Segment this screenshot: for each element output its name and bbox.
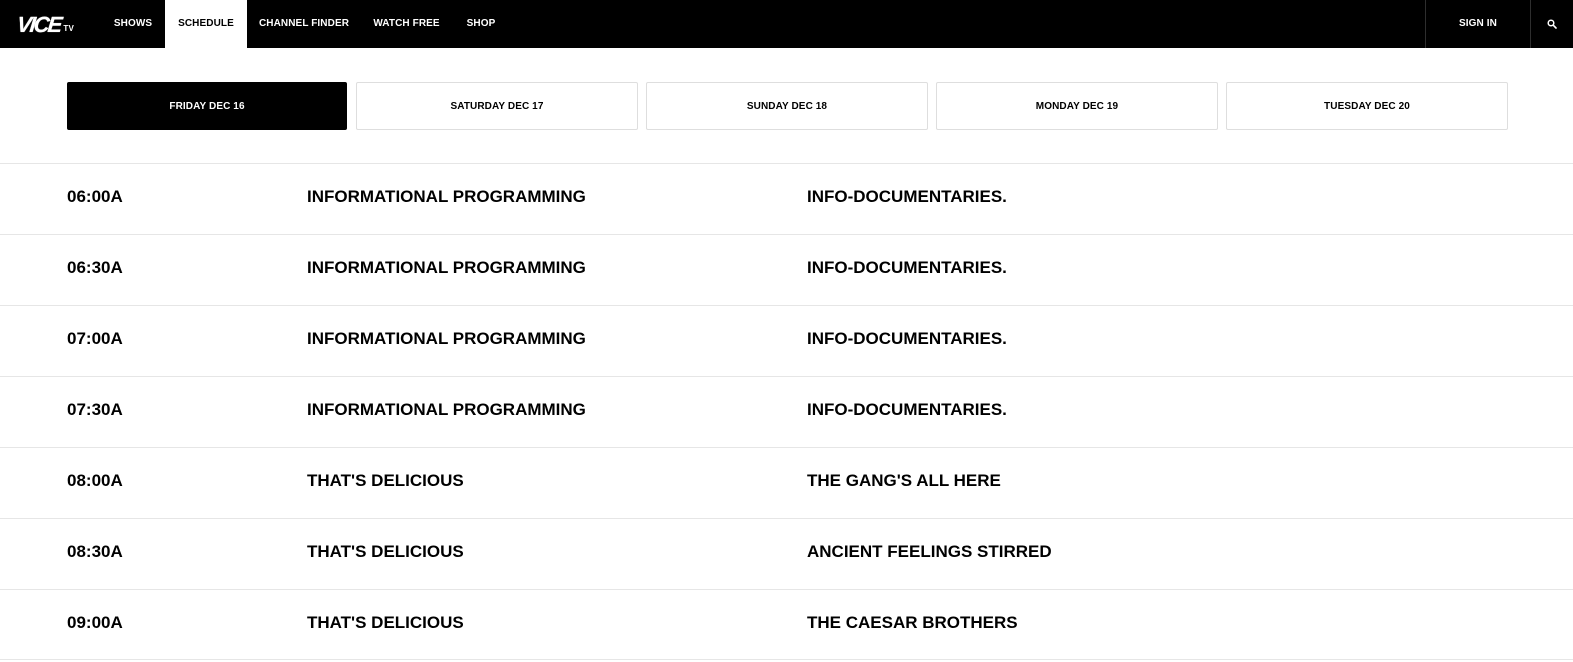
episode-title[interactable]: INFO-DOCUMENTARIES. <box>807 306 1007 376</box>
episode-title[interactable]: THE GANG'S ALL HERE <box>807 448 1001 518</box>
nav-item-shop[interactable]: SHOP <box>455 0 507 48</box>
airing-time: 08:30A <box>67 542 123 561</box>
airing-time: 07:00A <box>67 329 123 348</box>
airing-time: 06:00A <box>67 187 123 206</box>
sign-in-button[interactable]: SIGN IN <box>1426 0 1530 48</box>
schedule-row: 06:30A INFORMATIONAL PROGRAMMING INFO-DO… <box>0 234 1573 305</box>
date-tab-friday-dec-16[interactable]: FRIDAY DEC 16 <box>67 82 347 130</box>
schedule-row: 07:00A INFORMATIONAL PROGRAMMING INFO-DO… <box>0 305 1573 376</box>
schedule-row: 08:00A THAT'S DELICIOUS THE GANG'S ALL H… <box>0 447 1573 518</box>
date-tab-saturday-dec-17[interactable]: SATURDAY DEC 17 <box>356 82 638 130</box>
show-title[interactable]: THAT'S DELICIOUS <box>307 590 464 660</box>
show-title[interactable]: INFORMATIONAL PROGRAMMING <box>307 235 586 305</box>
top-nav: VICE TV SHOWS SCHEDULE CHANNEL FINDER WA… <box>0 0 1573 48</box>
schedule-row: 07:30A INFORMATIONAL PROGRAMMING INFO-DO… <box>0 376 1573 447</box>
episode-title[interactable]: INFO-DOCUMENTARIES. <box>807 235 1007 305</box>
episode-title[interactable]: INFO-DOCUMENTARIES. <box>807 377 1007 447</box>
schedule-row: 06:00A INFORMATIONAL PROGRAMMING INFO-DO… <box>0 163 1573 234</box>
search-icon <box>1547 19 1557 29</box>
airing-time: 08:00A <box>67 471 123 490</box>
show-title[interactable]: INFORMATIONAL PROGRAMMING <box>307 164 586 234</box>
vice-tv-logo[interactable]: VICE TV <box>15 12 74 37</box>
nav-item-shows[interactable]: SHOWS <box>104 0 162 48</box>
logo-wordmark: VICE <box>15 12 62 37</box>
airing-time: 06:30A <box>67 258 123 277</box>
episode-title[interactable]: ANCIENT FEELINGS STIRRED <box>807 519 1052 589</box>
episode-title[interactable]: INFO-DOCUMENTARIES. <box>807 164 1007 234</box>
logo-suffix: TV <box>63 24 74 33</box>
episode-title[interactable]: THE CAESAR BROTHERS <box>807 590 1018 660</box>
show-title[interactable]: INFORMATIONAL PROGRAMMING <box>307 306 586 376</box>
show-title[interactable]: THAT'S DELICIOUS <box>307 448 464 518</box>
date-tab-monday-dec-19[interactable]: MONDAY DEC 19 <box>936 82 1218 130</box>
schedule-list: 06:00A INFORMATIONAL PROGRAMMING INFO-DO… <box>0 163 1573 660</box>
nav-item-channel-finder[interactable]: CHANNEL FINDER <box>250 0 358 48</box>
show-title[interactable]: INFORMATIONAL PROGRAMMING <box>307 377 586 447</box>
schedule-row: 09:00A THAT'S DELICIOUS THE CAESAR BROTH… <box>0 589 1573 660</box>
date-tab-sunday-dec-18[interactable]: SUNDAY DEC 18 <box>646 82 928 130</box>
nav-item-watch-free[interactable]: WATCH FREE <box>362 0 451 48</box>
date-tab-tuesday-dec-20[interactable]: TUESDAY DEC 20 <box>1226 82 1508 130</box>
airing-time: 07:30A <box>67 400 123 419</box>
search-button[interactable] <box>1531 0 1573 48</box>
schedule-row: 08:30A THAT'S DELICIOUS ANCIENT FEELINGS… <box>0 518 1573 589</box>
nav-item-schedule[interactable]: SCHEDULE <box>165 0 247 48</box>
airing-time: 09:00A <box>67 613 123 632</box>
show-title[interactable]: THAT'S DELICIOUS <box>307 519 464 589</box>
